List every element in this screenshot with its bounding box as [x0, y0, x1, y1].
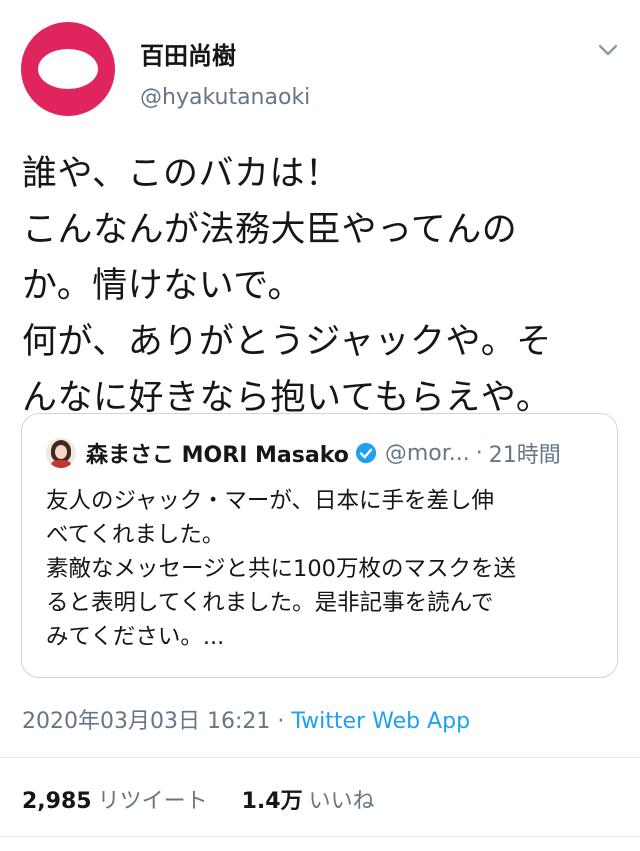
like-label: いいね	[308, 789, 375, 814]
quoted-tweet-card[interactable]: 森まさこ MORI Masako @mor... · 21時間 友人のジャック・…	[21, 413, 618, 678]
tweet-timestamp-row: 2020年03月03日 16:21 · Twitter Web App	[22, 703, 470, 735]
author-display-name[interactable]: 百田尚樹	[140, 36, 236, 71]
quoted-timestamp: 21時間	[488, 443, 561, 468]
quoted-tweet-text: 友人のジャック・マーが、日本に手を差し伸 べてくれました。 素敵なメッセージと共…	[46, 488, 516, 650]
verified-badge-icon	[355, 442, 376, 464]
author-handle[interactable]: @hyakutanaoki	[140, 85, 310, 110]
chevron-down-icon[interactable]	[596, 40, 620, 60]
tweet-text: 誰や、このバカは！ こんなんが法務大臣やってんの か。情けないで。 何が、ありが…	[22, 154, 552, 418]
tweet-timestamp: 2020年03月03日 16:21	[22, 709, 271, 734]
author-avatar[interactable]	[21, 22, 115, 116]
timestamp-separator: ·	[277, 709, 285, 734]
like-stat[interactable]: 1.4万 いいね	[242, 789, 375, 814]
divider	[0, 757, 640, 758]
quoted-author-name: 森まさこ MORI Masako	[86, 443, 349, 468]
divider	[0, 836, 640, 837]
tweet-stats: 2,985 リツイート 1.4万 いいね	[22, 783, 375, 815]
retweet-count: 2,985	[22, 789, 92, 814]
retweet-label: リツイート	[97, 789, 208, 814]
avatar-logo-shape	[38, 49, 98, 89]
quoted-tweet-header: 森まさこ MORI Masako @mor... · 21時間	[46, 436, 561, 470]
like-count: 1.4万	[241, 789, 303, 814]
retweet-stat[interactable]: 2,985 リツイート	[22, 789, 215, 814]
quoted-author-avatar	[46, 438, 76, 468]
quoted-author-handle: @mor...	[384, 440, 470, 466]
quoted-separator: ·	[475, 440, 483, 466]
source-app-link[interactable]: Twitter Web App	[291, 709, 470, 734]
